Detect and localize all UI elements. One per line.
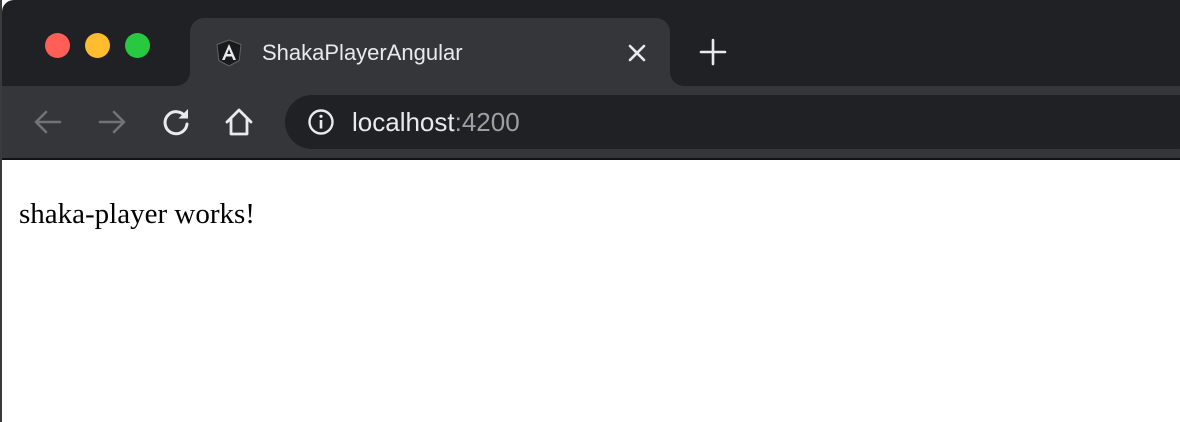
page-viewport: shaka-player works! — [2, 160, 1180, 422]
tab-title: ShakaPlayerAngular — [262, 40, 463, 65]
active-tab[interactable]: ShakaPlayerAngular — [190, 18, 670, 86]
browser-window: ShakaPlayerAngular localhost:4200 shaka-… — [0, 0, 1180, 422]
home-icon[interactable] — [222, 105, 256, 139]
back-arrow-icon[interactable] — [31, 105, 65, 139]
forward-arrow-icon[interactable] — [95, 105, 129, 139]
new-tab-plus-icon[interactable] — [697, 36, 729, 68]
tab-close-icon[interactable] — [622, 38, 652, 68]
browser-toolbar: localhost:4200 — [2, 86, 1180, 158]
angular-logo-icon — [216, 39, 242, 67]
reload-icon[interactable] — [159, 105, 193, 139]
window-maximize-button[interactable] — [125, 33, 150, 58]
info-circle-icon[interactable] — [307, 108, 335, 136]
window-close-button[interactable] — [45, 33, 70, 58]
url-host: localhost — [352, 107, 455, 137]
url-text[interactable]: localhost:4200 — [352, 105, 520, 139]
window-minimize-button[interactable] — [85, 33, 110, 58]
address-bar[interactable]: localhost:4200 — [285, 95, 1180, 149]
url-port: :4200 — [454, 107, 520, 137]
tab-strip: ShakaPlayerAngular — [2, 0, 1180, 86]
page-body-text: shaka-player works! — [19, 198, 255, 230]
